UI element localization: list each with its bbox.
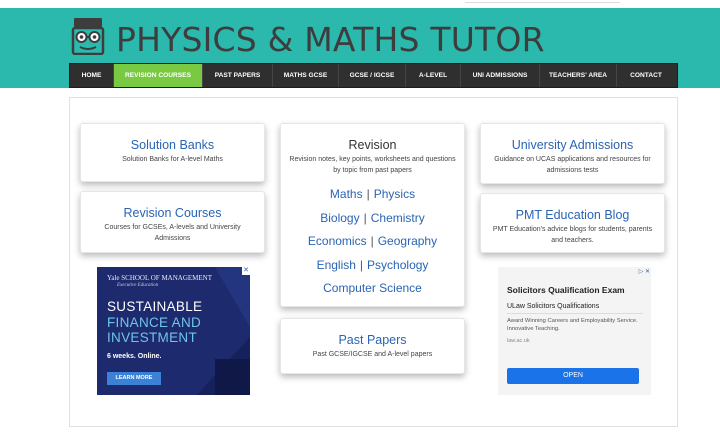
divider: [507, 313, 643, 314]
card-desc: Solution Banks for A-level Maths: [122, 156, 223, 163]
yale-logo: Yale SCHOOL OF MANAGEMENT: [107, 274, 213, 282]
learn-more-button[interactable]: LEARN MORE: [107, 372, 161, 385]
separator: |: [359, 257, 364, 272]
card-past-papers[interactable]: Past Papers Past GCSE/IGCSE and A-level …: [280, 318, 465, 374]
top-rule: [465, 2, 620, 3]
separator: |: [363, 210, 367, 225]
subject-row: Biology | Chemistry: [281, 207, 464, 231]
card-title: Revision: [348, 138, 397, 152]
card-solution-banks[interactable]: Solution Banks Solution Banks for A-leve…: [80, 123, 265, 182]
subject-link-biology[interactable]: Biology: [320, 211, 359, 225]
nav-revision-courses[interactable]: REVISION COURSES: [114, 64, 203, 87]
subject-row: Computer Science: [281, 277, 464, 301]
card-desc: Revision notes, key points, worksheets a…: [289, 156, 456, 174]
separator: |: [370, 234, 374, 248]
subject-link-economics[interactable]: Economics: [308, 234, 367, 248]
subject-link-english[interactable]: English: [317, 258, 356, 272]
card-title[interactable]: Past Papers: [281, 333, 464, 347]
ad-duration: 6 weeks. Online.: [107, 353, 162, 360]
subject-link-maths[interactable]: Maths: [330, 187, 363, 201]
card-university-admissions[interactable]: University Admissions Guidance on UCAS a…: [480, 123, 665, 184]
subject-row: English | Psychology: [281, 254, 464, 278]
ad-headline: SUSTAINABLE FINANCE AND INVESTMENT: [107, 299, 202, 346]
card-desc: Past GCSE/IGCSE and A-level papers: [312, 351, 433, 358]
adchoices-close-icon[interactable]: ▷ ✕: [639, 268, 650, 275]
card-title[interactable]: Revision Courses: [81, 206, 264, 220]
subject-link-chemistry[interactable]: Chemistry: [371, 211, 425, 225]
subject-link-psychology[interactable]: Psychology: [367, 258, 428, 272]
card-desc: PMT Education's advice blogs for student…: [492, 226, 653, 244]
card-title[interactable]: PMT Education Blog: [481, 208, 664, 222]
nav-past-papers[interactable]: PAST PAPERS: [203, 64, 273, 87]
nav-uni-admissions[interactable]: UNI ADMISSIONS: [461, 64, 540, 87]
card-pmt-blog[interactable]: PMT Education Blog PMT Education's advic…: [480, 193, 665, 253]
ad-title[interactable]: Solicitors Qualification Exam: [507, 285, 625, 295]
card-desc: Guidance on UCAS applications and resour…: [494, 156, 651, 174]
main-nav: HOME REVISION COURSES PAST PAPERS MATHS …: [69, 63, 678, 88]
pmt-logo-icon[interactable]: [70, 17, 106, 55]
nav-contact[interactable]: CONTACT: [617, 64, 675, 87]
card-desc: Courses for GCSEs, A-levels and Universi…: [104, 224, 241, 242]
card-title[interactable]: University Admissions: [481, 138, 664, 152]
headline-line: FINANCE AND: [107, 314, 202, 330]
nav-maths-gcse[interactable]: MATHS GCSE: [273, 64, 339, 87]
nav-home[interactable]: HOME: [70, 64, 114, 87]
subject-link-computer-science[interactable]: Computer Science: [323, 281, 422, 295]
site-title[interactable]: PHYSICS & MATHS TUTOR: [116, 20, 545, 59]
card-title[interactable]: Solution Banks: [81, 138, 264, 152]
headline-line: SUSTAINABLE: [107, 299, 203, 314]
ad-text: Award Winning Careers and Employability …: [507, 318, 638, 332]
separator: |: [366, 187, 370, 201]
close-icon[interactable]: ✕: [242, 267, 250, 275]
yale-subtitle: Executive Education: [117, 283, 159, 288]
nav-teachers-area[interactable]: TEACHERS' AREA: [540, 64, 617, 87]
card-revision: Revision Revision notes, key points, wor…: [280, 123, 465, 307]
subject-row: Economics | Geography: [281, 230, 464, 254]
yale-ad[interactable]: Yale SCHOOL OF MANAGEMENT Executive Educ…: [97, 267, 250, 395]
subject-row: Maths | Physics: [281, 183, 464, 207]
ad-brand: ULaw Solicitors Qualifications: [507, 303, 600, 310]
nav-a-level[interactable]: A-LEVEL: [406, 64, 461, 87]
subject-link-geography[interactable]: Geography: [378, 234, 437, 248]
card-revision-courses[interactable]: Revision Courses Courses for GCSEs, A-le…: [80, 191, 265, 253]
top-strip: [0, 0, 720, 8]
nav-gcse-igcse[interactable]: GCSE / IGCSE: [339, 64, 406, 87]
sqe-ad[interactable]: ▷ ✕ Solicitors Qualification Exam ULaw S…: [498, 267, 651, 395]
subject-link-physics[interactable]: Physics: [374, 187, 415, 201]
open-button[interactable]: OPEN: [507, 368, 639, 384]
ad-url: law.ac.uk: [507, 338, 530, 344]
headline-line: INVESTMENT: [107, 330, 198, 345]
